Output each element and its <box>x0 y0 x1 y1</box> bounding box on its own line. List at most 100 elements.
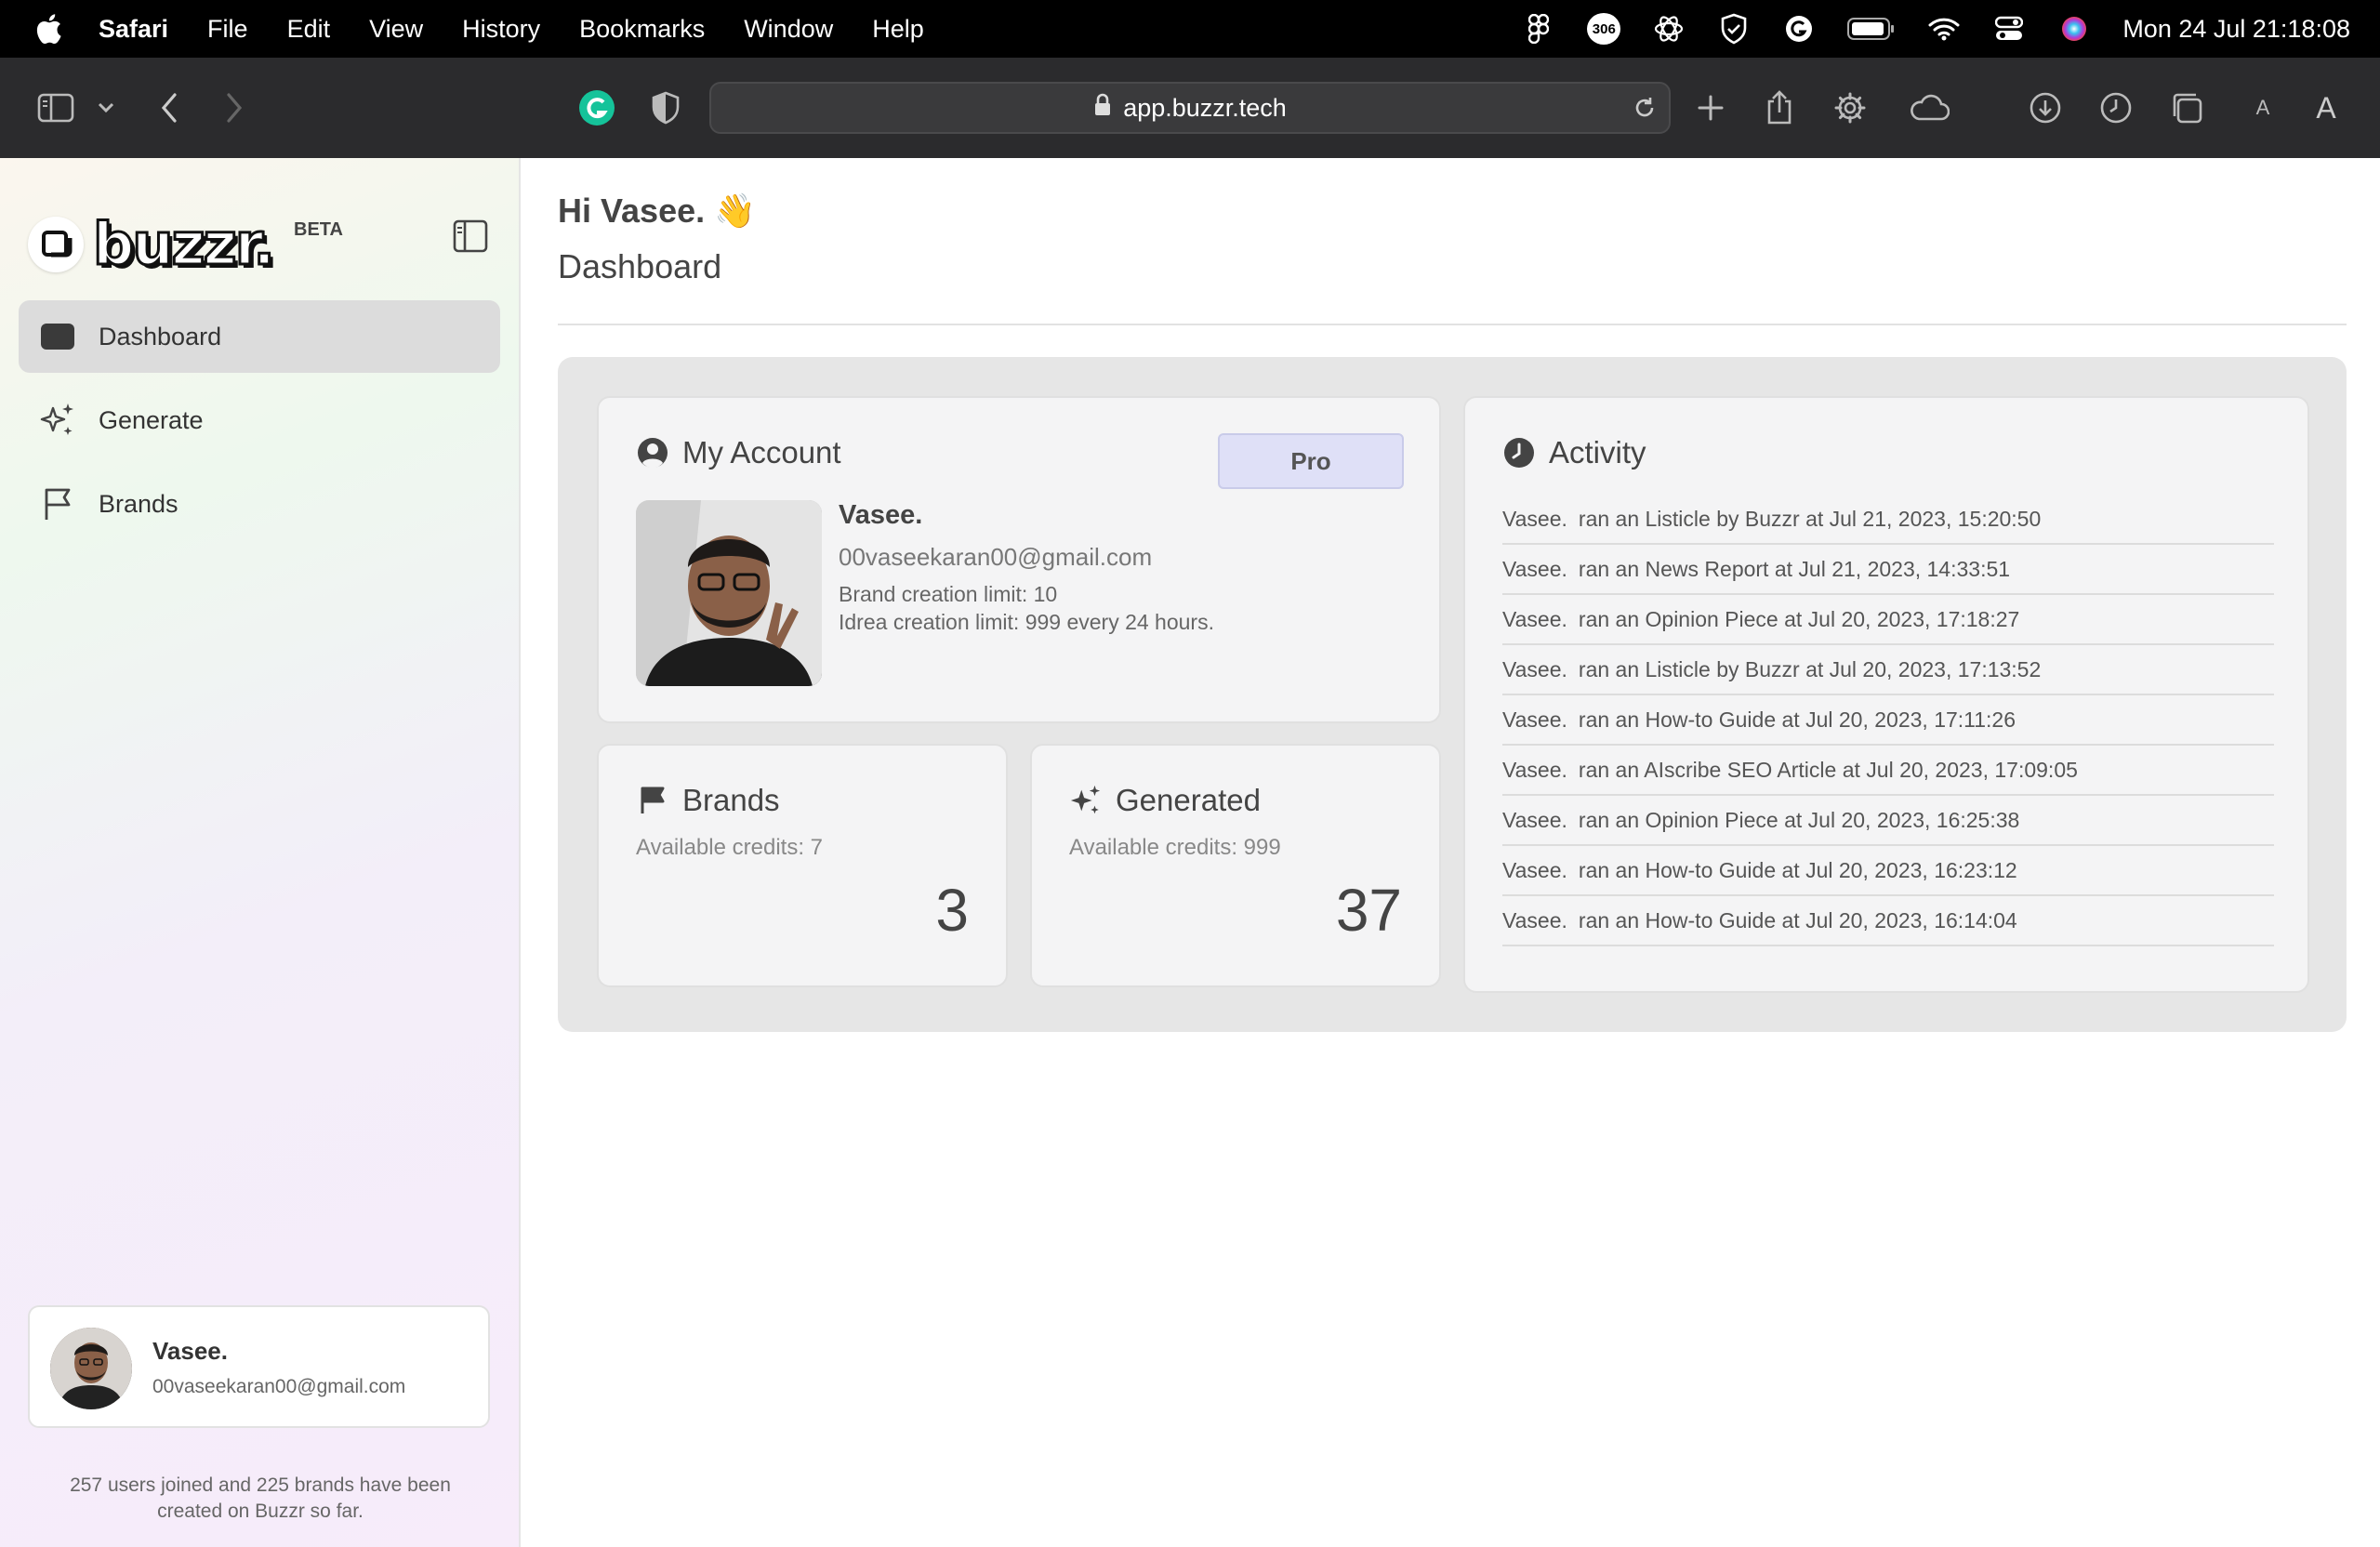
share-icon[interactable] <box>1757 86 1802 130</box>
account-title-text: My Account <box>682 435 841 469</box>
activity-text: ran an Listicle by Buzzr at Jul 20, 2023… <box>1578 656 2042 681</box>
activity-user: Vasee. <box>1502 656 1567 681</box>
nav-generate[interactable]: Generate <box>19 384 500 456</box>
activity-user: Vasee. <box>1502 857 1567 882</box>
downloads-icon[interactable] <box>2023 86 2068 130</box>
menu-edit[interactable]: Edit <box>287 15 331 44</box>
collapse-sidebar-icon[interactable] <box>452 218 489 255</box>
stats-footer: 257 users joined and 225 brands have bee… <box>70 1474 451 1522</box>
forward-icon[interactable] <box>212 86 257 130</box>
apple-icon[interactable] <box>33 12 63 46</box>
activity-user: Vasee. <box>1502 556 1567 581</box>
user-circle-icon <box>636 436 669 469</box>
tabs-overview-icon[interactable] <box>2164 86 2209 130</box>
activity-text: ran an AIscribe SEO Article at Jul 20, 2… <box>1578 757 2078 782</box>
reload-icon[interactable] <box>1632 95 1658 126</box>
activity-row: Vasee. ran an Opinion Piece at Jul 20, 20… <box>1502 595 2274 645</box>
activity-text: ran an Listicle by Buzzr at Jul 21, 2023… <box>1578 506 2042 531</box>
menu-history[interactable]: History <box>462 15 540 44</box>
lock-icon <box>1093 93 1112 124</box>
activity-user: Vasee. <box>1502 807 1567 832</box>
dashboard-panel: My Account Pro Vasee. 00vaseekaran00@gma… <box>558 357 2347 1032</box>
brands-count: 3 <box>935 877 969 944</box>
shield-check-icon[interactable] <box>1717 12 1751 46</box>
nav-generate-label: Generate <box>99 405 204 434</box>
activity-row: Vasee. ran an Opinion Piece at Jul 20, 20… <box>1502 796 2274 846</box>
account-card-title: My Account <box>636 435 841 470</box>
generated-title-text: Generated <box>1116 783 1261 817</box>
activity-text: ran an How-to Guide at Jul 20, 2023, 17:… <box>1578 707 2016 732</box>
activity-row: Vasee. ran an How-to Guide at Jul 20, 202… <box>1502 896 2274 946</box>
brand-logo[interactable]: buzzr. <box>28 209 277 280</box>
sidebar-user-card[interactable]: Vasee. 00vaseekaran00@gmail.com <box>28 1305 490 1428</box>
text-size-smaller[interactable]: A <box>2241 86 2285 130</box>
grammarly-extension-icon[interactable] <box>575 86 619 130</box>
brand-creation-limit: Brand creation limit: 10 <box>839 582 1058 606</box>
beta-label: BETA <box>294 219 343 240</box>
activity-card-title: Activity <box>1502 435 1646 470</box>
generated-stat-card[interactable]: Generated Available credits: 999 37 <box>1030 744 1441 987</box>
nav-dashboard-label: Dashboard <box>99 322 222 350</box>
sidebar-toggle-icon[interactable] <box>33 86 78 130</box>
siri-icon[interactable] <box>2057 12 2091 46</box>
account-email: 00vaseekaran00@gmail.com <box>839 543 1153 571</box>
brands-available-credits: Available credits: 7 <box>636 835 823 860</box>
account-card: My Account Pro Vasee. 00vaseekaran00@gma… <box>597 396 1441 723</box>
wifi-icon[interactable] <box>1927 12 1961 46</box>
page-title: Dashboard <box>558 247 722 285</box>
history-clock-icon[interactable] <box>2094 86 2138 130</box>
activity-text: ran an How-to Guide at Jul 20, 2023, 16:… <box>1578 857 2017 882</box>
menu-help[interactable]: Help <box>872 15 924 44</box>
menu-file[interactable]: File <box>207 15 248 44</box>
back-icon[interactable] <box>147 86 192 130</box>
buzzr-logo-icon <box>28 216 84 272</box>
plan-badge[interactable]: Pro <box>1218 433 1404 489</box>
greeting: Hi Vasee. 👋 <box>558 192 756 230</box>
activity-list: Vasee. ran an Listicle by Buzzr at Jul 21… <box>1502 495 2274 946</box>
logo-wordmark: buzzr. <box>92 209 277 280</box>
menu-window[interactable]: Window <box>744 15 833 44</box>
nav-dashboard[interactable]: Dashboard <box>19 300 500 373</box>
activity-user: Vasee. <box>1502 506 1567 531</box>
activity-row: Vasee. ran an Listicle by Buzzr at Jul 20… <box>1502 645 2274 695</box>
control-center-icon[interactable] <box>1992 12 2026 46</box>
text-size-larger[interactable]: A <box>2304 86 2348 130</box>
privacy-shield-icon[interactable] <box>643 86 688 130</box>
generated-count: 37 <box>1335 877 1402 944</box>
app-logo-icon[interactable] <box>1652 12 1686 46</box>
activity-text: ran an Opinion Piece at Jul 20, 2023, 16… <box>1578 807 2020 832</box>
flag-icon <box>37 483 78 524</box>
notification-badge-icon[interactable]: 306 <box>1587 12 1621 46</box>
activity-text: ran an News Report at Jul 21, 2023, 14:3… <box>1578 556 2011 581</box>
menu-bookmarks[interactable]: Bookmarks <box>579 15 705 44</box>
chevron-down-icon[interactable] <box>84 86 128 130</box>
sparkles-icon <box>37 400 78 441</box>
sidebar-user-email: 00vaseekaran00@gmail.com <box>152 1376 406 1397</box>
figma-icon[interactable] <box>1522 12 1555 46</box>
profile-photo <box>636 500 822 686</box>
activity-text: ran an How-to Guide at Jul 20, 2023, 16:… <box>1578 907 2017 932</box>
activity-row: Vasee. ran an How-to Guide at Jul 20, 202… <box>1502 846 2274 896</box>
menu-view[interactable]: View <box>369 15 423 44</box>
clock-icon <box>1502 436 1536 469</box>
flag-filled-icon <box>636 784 669 817</box>
activity-card: Activity Vasee. ran an Listicle by Buzzr … <box>1463 396 2309 993</box>
avatar <box>50 1328 132 1409</box>
browser-toolbar: app.buzzr.tech A A <box>0 58 2380 158</box>
activity-title-text: Activity <box>1549 435 1646 469</box>
menubar-clock[interactable]: Mon 24 Jul 21:18:08 <box>2122 15 2350 44</box>
main-content: Hi Vasee. 👋 Dashboard My Account Pro Vas… <box>522 158 2380 1547</box>
nav-brands-label: Brands <box>99 489 178 518</box>
battery-icon[interactable] <box>1847 12 1896 46</box>
menu-app-safari[interactable]: Safari <box>99 15 168 44</box>
url-text: app.buzzr.tech <box>1123 93 1287 122</box>
address-bar[interactable]: app.buzzr.tech <box>709 82 1671 134</box>
settings-gear-icon[interactable] <box>1828 86 1872 130</box>
new-tab-icon[interactable] <box>1688 86 1733 130</box>
generated-available-credits: Available credits: 999 <box>1069 835 1281 860</box>
idea-creation-limit: Idrea creation limit: 999 every 24 hours… <box>839 610 1214 634</box>
brands-stat-card[interactable]: Brands Available credits: 7 3 <box>597 744 1008 987</box>
nav-brands[interactable]: Brands <box>19 468 500 540</box>
cloud-icon[interactable] <box>1902 86 1956 130</box>
grammarly-icon[interactable] <box>1782 12 1816 46</box>
